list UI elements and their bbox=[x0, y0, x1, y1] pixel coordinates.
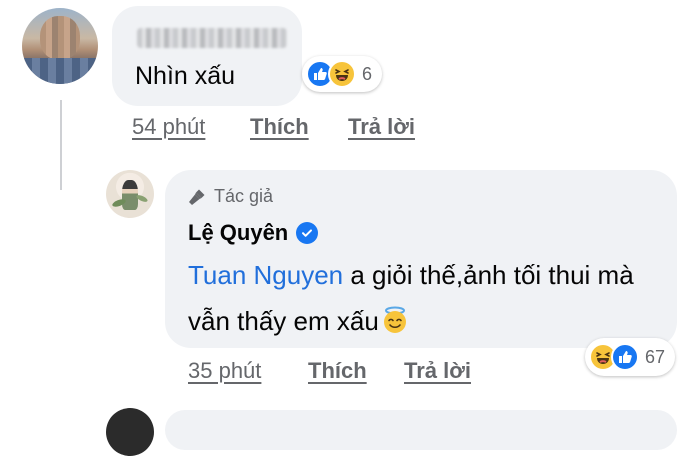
like-button[interactable]: Thích bbox=[250, 114, 309, 140]
reaction-count: 67 bbox=[645, 346, 666, 367]
reply-reactions[interactable]: 67 bbox=[585, 338, 676, 376]
author-badge: Tác giả bbox=[188, 186, 273, 207]
comment-timestamp[interactable]: 54 phút bbox=[132, 114, 205, 140]
smiling-halo-icon bbox=[381, 302, 409, 348]
author-badge-label: Tác giả bbox=[214, 186, 274, 206]
reply-timestamp[interactable]: 35 phút bbox=[188, 358, 261, 384]
reaction-count: 6 bbox=[362, 63, 373, 84]
reply-button[interactable]: Trả lời bbox=[348, 114, 415, 140]
commenter-avatar[interactable] bbox=[22, 8, 98, 84]
reply-text: Tuan Nguyen a giỏi thế,ảnh tối thui mà v… bbox=[188, 252, 668, 348]
thread-line bbox=[60, 100, 62, 190]
blurred-face bbox=[40, 16, 80, 60]
author-avatar[interactable] bbox=[106, 170, 154, 218]
mention-link[interactable]: Tuan Nguyen bbox=[188, 260, 343, 290]
reply-author[interactable]: Lệ Quyên bbox=[188, 220, 319, 246]
microphone-icon bbox=[189, 189, 205, 205]
next-comment-bubble bbox=[165, 410, 677, 450]
author-name[interactable]: Lệ Quyên bbox=[188, 220, 288, 246]
comment-text: Nhìn xấu bbox=[135, 62, 236, 90]
comment-reactions[interactable]: 6 bbox=[302, 56, 383, 92]
like-button[interactable]: Thích bbox=[308, 358, 367, 384]
next-comment-avatar[interactable] bbox=[106, 408, 154, 456]
verified-badge-icon bbox=[296, 222, 319, 244]
haha-icon bbox=[328, 60, 356, 88]
like-icon bbox=[611, 343, 639, 371]
blurred-commenter-name[interactable] bbox=[137, 28, 287, 48]
avatar-shirt bbox=[24, 58, 96, 84]
reply-button[interactable]: Trả lời bbox=[404, 358, 471, 384]
comment-bubble bbox=[112, 6, 302, 106]
